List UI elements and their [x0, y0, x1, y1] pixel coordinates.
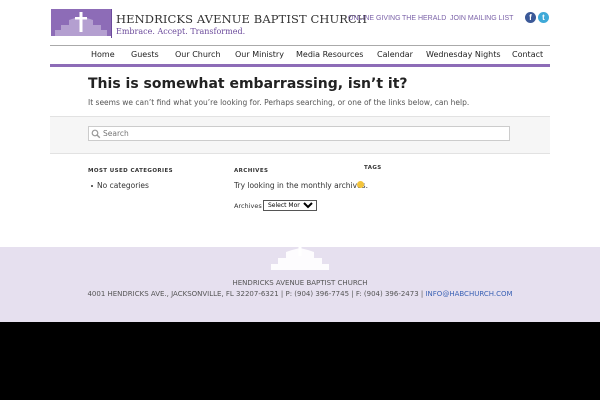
main-nav: Home Guests Our Church Our Ministry Medi… [50, 46, 550, 64]
page-title: This is somewhat embarrassing, isn’t it? [88, 76, 408, 92]
site-tagline: Embrace. Accept. Transformed. [116, 27, 246, 36]
nav-media-resources[interactable]: Media Resources [296, 50, 363, 59]
nav-accent-bar [50, 64, 550, 67]
logo-divider [111, 9, 112, 38]
archives-text: Try looking in the monthly archives. [234, 181, 368, 190]
nav-our-church[interactable]: Our Church [175, 50, 221, 59]
nav-contact[interactable]: Contact [512, 50, 543, 59]
nav-calendar[interactable]: Calendar [377, 50, 413, 59]
site-title[interactable]: HENDRICKS AVENUE BAPTIST CHURCH [116, 12, 367, 26]
tags-widget-title: TAGS [364, 165, 382, 171]
facebook-icon[interactable]: f [525, 12, 536, 23]
smiley-icon [357, 181, 364, 188]
footer-contact-info: 4001 HENDRICKS AVE., JACKSONVILLE, FL 32… [87, 290, 424, 298]
categories-widget-title: MOST USED CATEGORIES [88, 168, 174, 174]
nav-wednesday-nights[interactable]: Wednesday Nights [426, 50, 501, 59]
archives-widget-title: ARCHIVES [234, 168, 269, 174]
intro-text: It seems we can’t find what you’re looki… [88, 98, 470, 107]
twitter-icon[interactable]: t [538, 12, 549, 23]
online-giving-link[interactable]: ONLINE GIVING [348, 15, 401, 22]
list-bullet [91, 185, 93, 187]
church-logo[interactable] [51, 9, 111, 36]
search-icon [91, 129, 101, 139]
footer-church-logo-icon [271, 234, 329, 270]
categories-empty: No categories [97, 181, 149, 190]
footer-email-link[interactable]: INFO@HABCHURCH.COM [425, 290, 512, 298]
nav-guests[interactable]: Guests [131, 50, 159, 59]
mailing-list-link[interactable]: JOIN MAILING LIST [450, 15, 513, 22]
footer-church-name: HENDRICKS AVENUE BAPTIST CHURCH [232, 279, 368, 287]
nav-home[interactable]: Home [91, 50, 115, 59]
footer-address: 4001 HENDRICKS AVE., JACKSONVILLE, FL 32… [0, 290, 600, 298]
archives-label: Archives [234, 202, 262, 210]
page: HENDRICKS AVENUE BAPTIST CHURCH Embrace.… [0, 0, 600, 322]
the-herald-link[interactable]: THE HERALD [402, 15, 446, 22]
nav-our-ministry[interactable]: Our Ministry [235, 50, 284, 59]
search-input[interactable] [88, 126, 510, 141]
archive-month-select[interactable]: Select Month [263, 200, 317, 211]
